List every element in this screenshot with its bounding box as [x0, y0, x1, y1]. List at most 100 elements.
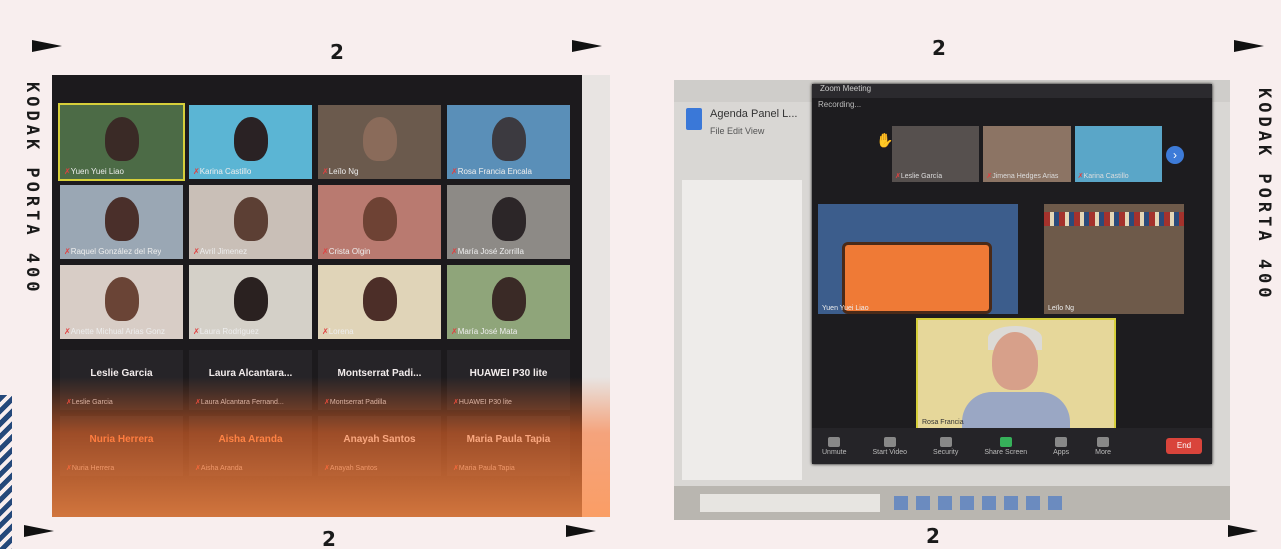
- audio-tile[interactable]: Laura Alcantara... Laura Alcantara Fernan…: [189, 350, 312, 410]
- display-name: Laura Alcantara...: [208, 368, 293, 379]
- audio-tile[interactable]: Montserrat Padi... Montserrat Padilla: [318, 350, 441, 410]
- next-page-icon[interactable]: ›: [1166, 146, 1184, 164]
- participant-face: [233, 197, 268, 241]
- app-icon[interactable]: [916, 496, 930, 510]
- share-screen-label: Share Screen: [984, 448, 1028, 456]
- app-icon[interactable]: [982, 496, 996, 510]
- participant-name: Lorena: [322, 327, 354, 336]
- participant-name: Montserrat Padilla: [324, 398, 386, 406]
- bookshelf: [1044, 212, 1184, 226]
- zoom-window: Zoom Meeting Recording... ✋ Leslie Garcí…: [812, 84, 1212, 464]
- video-tile[interactable]: Anette Michual Arias Gonz: [60, 265, 183, 339]
- video-tile[interactable]: Laura Rodriguez: [189, 265, 312, 339]
- recording-indicator: Recording...: [818, 100, 862, 109]
- video-grid: Yuen Yuei Liao Karina Castillo Leïlo Ng …: [58, 103, 570, 339]
- participant-name: Laura Rodriguez: [193, 327, 259, 336]
- taskbar-apps: [894, 496, 1062, 510]
- document-title[interactable]: Agenda Panel L...: [710, 108, 797, 120]
- meeting-toolbar: Unmute Start Video Security Share Screen…: [812, 428, 1212, 464]
- participant-name: Nuria Herrera: [66, 464, 114, 472]
- strip-tile[interactable]: Karina Castillo: [1074, 126, 1162, 182]
- film-arrow-top-middle: [572, 40, 602, 52]
- participant-name: Rosa Francia Encala: [451, 167, 532, 176]
- strip-tile[interactable]: Leslie García: [892, 126, 980, 182]
- unmute-button[interactable]: Unmute: [822, 436, 847, 456]
- film-arrow-bottom-middle: [566, 525, 596, 537]
- participant-name: Yuen Yuei Liao: [822, 305, 869, 312]
- participant-face: [233, 117, 268, 161]
- audio-tile[interactable]: Aisha Aranda Aisha Aranda: [189, 416, 312, 476]
- app-icon[interactable]: [1004, 496, 1018, 510]
- end-meeting-button[interactable]: End: [1166, 438, 1202, 454]
- microphone-icon: [828, 436, 841, 447]
- app-icon[interactable]: [1048, 496, 1062, 510]
- video-tile[interactable]: Crista Olgin: [318, 185, 441, 259]
- video-tile[interactable]: Avril Jimenez: [189, 185, 312, 259]
- security-button[interactable]: Security: [933, 436, 958, 456]
- video-tile[interactable]: Karina Castillo: [189, 105, 312, 179]
- strip-tile[interactable]: Jimena Hedges Arias: [983, 126, 1071, 182]
- participant-name: Aisha Aranda: [195, 464, 243, 472]
- display-name: Aisha Aranda: [218, 434, 283, 445]
- frame-number-top-right: 2: [932, 36, 946, 60]
- film-arrow-top-right: [1234, 40, 1264, 52]
- participant-face: [362, 117, 397, 161]
- participant-name: María José Zorrilla: [451, 247, 524, 256]
- audio-tile[interactable]: Leslie Garcia Leslie Garcia: [60, 350, 183, 410]
- video-tile[interactable]: Leïlo Ng: [318, 105, 441, 179]
- photo-speaker-view: Agenda Panel L... File Edit View Zoom Me…: [674, 80, 1230, 520]
- display-name: Leslie Garcia: [90, 368, 153, 379]
- participant-face: [491, 277, 526, 321]
- frame-number-top-left: 2: [330, 40, 344, 64]
- participant-name: Laura Alcantara Fernand...: [195, 398, 284, 406]
- more-icon: [1097, 436, 1110, 447]
- apps-button[interactable]: Apps: [1053, 436, 1069, 456]
- window-title: Zoom Meeting: [812, 84, 1212, 98]
- frame-number-bottom-right: 2: [926, 524, 940, 548]
- active-speaker-tile[interactable]: Rosa Francia: [916, 318, 1116, 430]
- video-tile[interactable]: Yuen Yuei Liao: [818, 204, 1018, 314]
- docs-icon: [686, 108, 702, 130]
- shield-icon: [939, 436, 952, 447]
- os-taskbar: [674, 486, 1230, 520]
- participant-face: [362, 277, 397, 321]
- taskbar-search[interactable]: [700, 494, 880, 512]
- more-label: More: [1095, 448, 1112, 456]
- video-tile[interactable]: Lorena: [318, 265, 441, 339]
- app-icon[interactable]: [960, 496, 974, 510]
- participant-name: Karina Castillo: [193, 167, 252, 176]
- app-icon[interactable]: [894, 496, 908, 510]
- document-menu[interactable]: File Edit View: [710, 126, 764, 136]
- video-tile[interactable]: Leïlo Ng: [1044, 204, 1184, 314]
- kodak-label-right: KODAK PORTA 400: [1254, 88, 1274, 302]
- video-tile[interactable]: Raquel González del Rey: [60, 185, 183, 259]
- audio-tile[interactable]: Maria Paula Tapia Maria Paula Tapia: [447, 416, 570, 476]
- share-screen-button[interactable]: Share Screen: [984, 436, 1028, 456]
- camera-icon: [883, 436, 896, 447]
- audio-tile[interactable]: Anayah Santos Anayah Santos: [318, 416, 441, 476]
- participant-face: [104, 277, 139, 321]
- video-tile[interactable]: Yuen Yuei Liao: [58, 103, 185, 181]
- video-tile[interactable]: María José Mata: [447, 265, 570, 339]
- participant-face: [491, 197, 526, 241]
- video-tile[interactable]: Rosa Francia Encala: [447, 105, 570, 179]
- app-icon[interactable]: [938, 496, 952, 510]
- audio-only-grid: Leslie Garcia Leslie Garcia Laura Alcanta…: [60, 350, 570, 476]
- participant-name: Avril Jimenez: [193, 247, 247, 256]
- participant-name: Raquel González del Rey: [64, 247, 162, 256]
- app-icon[interactable]: [1026, 496, 1040, 510]
- held-book: [842, 242, 992, 314]
- film-arrow-bottom-left: [24, 525, 54, 537]
- more-button[interactable]: More: [1095, 436, 1112, 456]
- participant-name: Anette Michual Arias Gonz: [64, 327, 165, 336]
- apps-icon: [1055, 436, 1068, 447]
- audio-tile[interactable]: HUAWEI P30 lite HUAWEI P30 lite: [447, 350, 570, 410]
- participant-face: [362, 197, 397, 241]
- participant-name: Rosa Francia: [922, 419, 964, 426]
- start-video-label: Start Video: [872, 448, 908, 456]
- speaker-face: [992, 332, 1038, 390]
- audio-tile[interactable]: Nuria Herrera Nuria Herrera: [60, 416, 183, 476]
- video-tile[interactable]: María José Zorrilla: [447, 185, 570, 259]
- start-video-button[interactable]: Start Video: [872, 436, 908, 456]
- participant-name: Anayah Santos: [324, 464, 377, 472]
